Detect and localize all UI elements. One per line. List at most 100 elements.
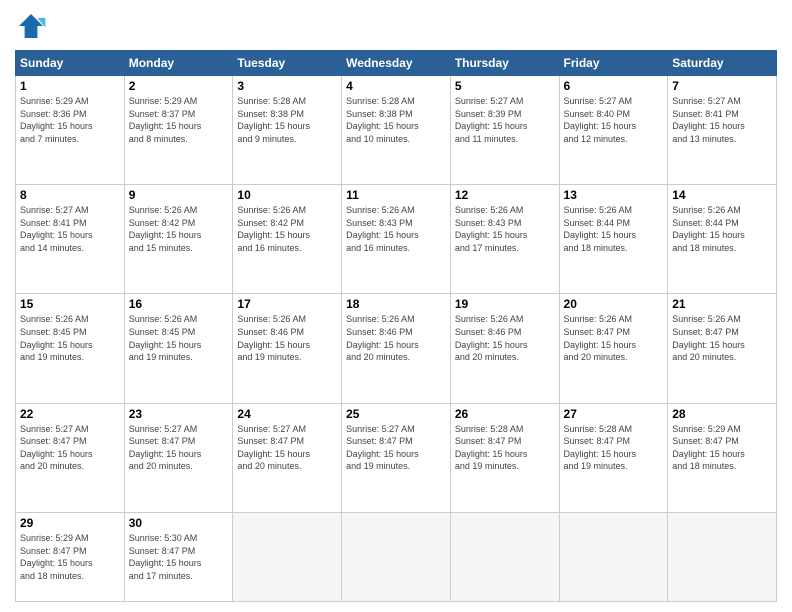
day-info: Sunrise: 5:26 AMSunset: 8:43 PMDaylight:… [346,204,446,254]
day-number: 16 [129,297,229,311]
day-number: 27 [564,407,664,421]
day-number: 21 [672,297,772,311]
day-number: 10 [237,188,337,202]
weekday-header-row: SundayMondayTuesdayWednesdayThursdayFrid… [16,51,777,76]
weekday-header-sunday: Sunday [16,51,125,76]
table-row: 7 Sunrise: 5:27 AMSunset: 8:41 PMDaylight… [668,76,777,185]
table-row: 11 Sunrise: 5:26 AMSunset: 8:43 PMDayligh… [342,185,451,294]
day-number: 4 [346,79,446,93]
calendar-body: 1Sunrise: 5:29 AMSunset: 8:36 PMDaylight… [16,76,777,602]
table-row: 6 Sunrise: 5:27 AMSunset: 8:40 PMDaylight… [559,76,668,185]
table-row: 16 Sunrise: 5:26 AMSunset: 8:45 PMDayligh… [124,294,233,403]
day-info: Sunrise: 5:28 AMSunset: 8:47 PMDaylight:… [455,423,555,473]
day-number: 30 [129,516,229,530]
table-row: 8Sunrise: 5:27 AMSunset: 8:41 PMDaylight… [16,185,125,294]
day-info: Sunrise: 5:29 AMSunset: 8:37 PMDaylight:… [129,95,229,145]
table-row: 19Sunrise: 5:26 AMSunset: 8:46 PMDayligh… [450,294,559,403]
day-info: Sunrise: 5:27 AMSunset: 8:47 PMDaylight:… [129,423,229,473]
day-info: Sunrise: 5:26 AMSunset: 8:45 PMDaylight:… [20,313,120,363]
calendar-week-row: 8Sunrise: 5:27 AMSunset: 8:41 PMDaylight… [16,185,777,294]
table-row: 13 Sunrise: 5:26 AMSunset: 8:44 PMDayligh… [559,185,668,294]
table-row: 26 Sunrise: 5:28 AMSunset: 8:47 PMDayligh… [450,403,559,512]
table-row: 30 Sunrise: 5:30 AMSunset: 8:47 PMDayligh… [124,512,233,601]
table-row: 20 Sunrise: 5:26 AMSunset: 8:47 PMDayligh… [559,294,668,403]
table-row: 2 Sunrise: 5:29 AMSunset: 8:37 PMDaylight… [124,76,233,185]
day-info: Sunrise: 5:28 AMSunset: 8:38 PMDaylight:… [346,95,446,145]
day-info: Sunrise: 5:28 AMSunset: 8:38 PMDaylight:… [237,95,337,145]
day-number: 6 [564,79,664,93]
day-number: 26 [455,407,555,421]
day-info: Sunrise: 5:28 AMSunset: 8:47 PMDaylight:… [564,423,664,473]
table-row [342,512,451,601]
table-row: 29 Sunrise: 5:29 AMSunset: 8:47 PMDayligh… [16,512,125,601]
day-info: Sunrise: 5:26 AMSunset: 8:47 PMDaylight:… [672,313,772,363]
day-number: 9 [129,188,229,202]
day-number: 20 [564,297,664,311]
day-number: 15 [20,297,120,311]
day-info: Sunrise: 5:26 AMSunset: 8:46 PMDaylight:… [346,313,446,363]
day-info: Sunrise: 5:27 AMSunset: 8:47 PMDaylight:… [346,423,446,473]
day-number: 23 [129,407,229,421]
day-info: Sunrise: 5:27 AMSunset: 8:40 PMDaylight:… [564,95,664,145]
day-info: Sunrise: 5:27 AMSunset: 8:41 PMDaylight:… [672,95,772,145]
calendar-week-row: 15 Sunrise: 5:26 AMSunset: 8:45 PMDayligh… [16,294,777,403]
table-row: 1Sunrise: 5:29 AMSunset: 8:36 PMDaylight… [16,76,125,185]
table-row: 12 Sunrise: 5:26 AMSunset: 8:43 PMDayligh… [450,185,559,294]
day-number: 13 [564,188,664,202]
day-number: 12 [455,188,555,202]
table-row: 18Sunrise: 5:26 AMSunset: 8:46 PMDayligh… [342,294,451,403]
calendar-week-row: 1Sunrise: 5:29 AMSunset: 8:36 PMDaylight… [16,76,777,185]
table-row: 10 Sunrise: 5:26 AMSunset: 8:42 PMDayligh… [233,185,342,294]
table-row: 28 Sunrise: 5:29 AMSunset: 8:47 PMDayligh… [668,403,777,512]
day-number: 11 [346,188,446,202]
weekday-header-monday: Monday [124,51,233,76]
day-number: 29 [20,516,120,530]
table-row: 21 Sunrise: 5:26 AMSunset: 8:47 PMDayligh… [668,294,777,403]
header [15,10,777,42]
day-info: Sunrise: 5:27 AMSunset: 8:47 PMDaylight:… [20,423,120,473]
table-row: 23 Sunrise: 5:27 AMSunset: 8:47 PMDayligh… [124,403,233,512]
weekday-header-thursday: Thursday [450,51,559,76]
day-info: Sunrise: 5:26 AMSunset: 8:45 PMDaylight:… [129,313,229,363]
day-info: Sunrise: 5:29 AMSunset: 8:47 PMDaylight:… [20,532,120,582]
weekday-header-saturday: Saturday [668,51,777,76]
day-info: Sunrise: 5:26 AMSunset: 8:43 PMDaylight:… [455,204,555,254]
day-info: Sunrise: 5:26 AMSunset: 8:46 PMDaylight:… [455,313,555,363]
day-info: Sunrise: 5:26 AMSunset: 8:44 PMDaylight:… [672,204,772,254]
logo [15,10,51,42]
table-row: 14Sunrise: 5:26 AMSunset: 8:44 PMDayligh… [668,185,777,294]
day-info: Sunrise: 5:26 AMSunset: 8:42 PMDaylight:… [237,204,337,254]
day-number: 17 [237,297,337,311]
logo-icon [15,10,47,42]
table-row: 15 Sunrise: 5:26 AMSunset: 8:45 PMDayligh… [16,294,125,403]
table-row: 4 Sunrise: 5:28 AMSunset: 8:38 PMDaylight… [342,76,451,185]
day-info: Sunrise: 5:26 AMSunset: 8:46 PMDaylight:… [237,313,337,363]
day-number: 7 [672,79,772,93]
table-row: 27 Sunrise: 5:28 AMSunset: 8:47 PMDayligh… [559,403,668,512]
table-row [668,512,777,601]
day-info: Sunrise: 5:26 AMSunset: 8:44 PMDaylight:… [564,204,664,254]
calendar-header: SundayMondayTuesdayWednesdayThursdayFrid… [16,51,777,76]
day-number: 28 [672,407,772,421]
table-row: 24Sunrise: 5:27 AMSunset: 8:47 PMDayligh… [233,403,342,512]
table-row: 5Sunrise: 5:27 AMSunset: 8:39 PMDaylight… [450,76,559,185]
calendar-table: SundayMondayTuesdayWednesdayThursdayFrid… [15,50,777,602]
table-row: 9 Sunrise: 5:26 AMSunset: 8:42 PMDaylight… [124,185,233,294]
day-number: 8 [20,188,120,202]
day-info: Sunrise: 5:30 AMSunset: 8:47 PMDaylight:… [129,532,229,582]
weekday-header-wednesday: Wednesday [342,51,451,76]
day-info: Sunrise: 5:29 AMSunset: 8:47 PMDaylight:… [672,423,772,473]
day-info: Sunrise: 5:27 AMSunset: 8:47 PMDaylight:… [237,423,337,473]
day-info: Sunrise: 5:26 AMSunset: 8:42 PMDaylight:… [129,204,229,254]
table-row: 25Sunrise: 5:27 AMSunset: 8:47 PMDayligh… [342,403,451,512]
day-info: Sunrise: 5:27 AMSunset: 8:39 PMDaylight:… [455,95,555,145]
table-row: 3 Sunrise: 5:28 AMSunset: 8:38 PMDaylight… [233,76,342,185]
day-number: 2 [129,79,229,93]
table-row [233,512,342,601]
weekday-header-tuesday: Tuesday [233,51,342,76]
calendar-week-row: 22Sunrise: 5:27 AMSunset: 8:47 PMDayligh… [16,403,777,512]
calendar-week-row: 29 Sunrise: 5:29 AMSunset: 8:47 PMDayligh… [16,512,777,601]
table-row: 17 Sunrise: 5:26 AMSunset: 8:46 PMDayligh… [233,294,342,403]
day-number: 3 [237,79,337,93]
day-info: Sunrise: 5:26 AMSunset: 8:47 PMDaylight:… [564,313,664,363]
